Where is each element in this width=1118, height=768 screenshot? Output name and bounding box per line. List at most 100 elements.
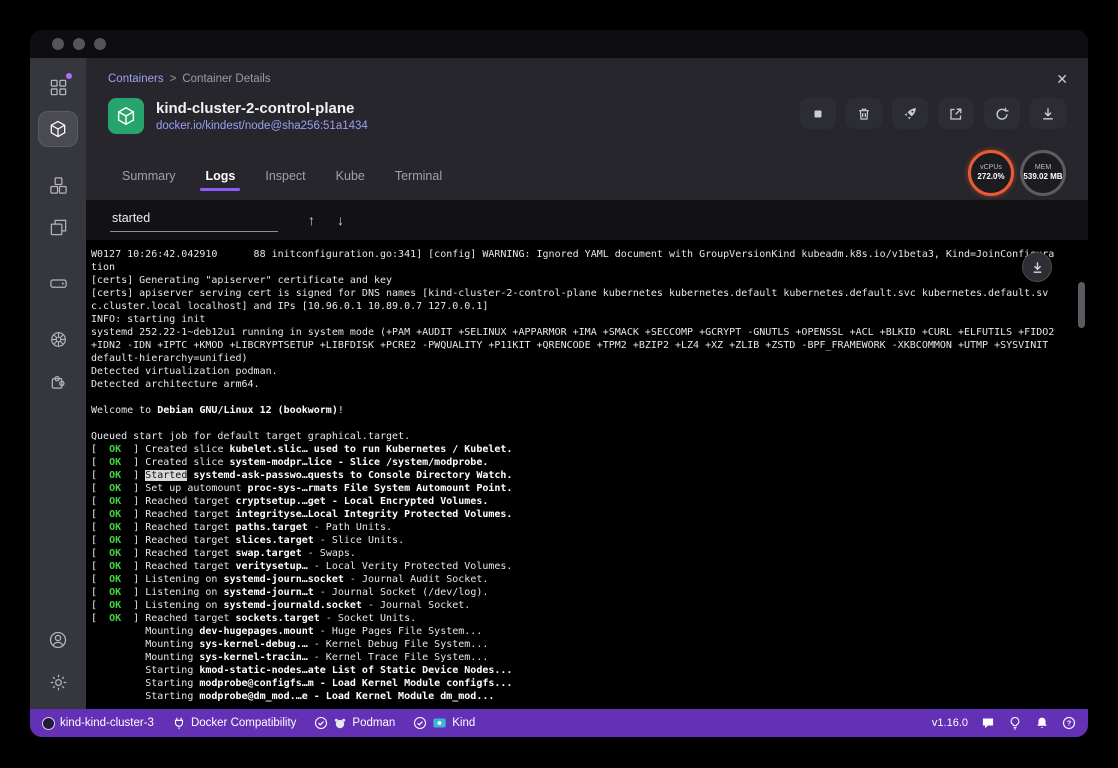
podman-provider-item[interactable]: Podman	[314, 716, 395, 730]
memory-usage-donut: MEM 539.02 MB	[1020, 150, 1066, 196]
check-circle-icon	[314, 716, 328, 730]
tab-summary[interactable]: Summary	[122, 169, 175, 188]
kind-logo-icon	[432, 716, 447, 730]
statusbar-right: v1.16.0 ?	[932, 716, 1076, 730]
podman-logo-icon	[333, 716, 347, 730]
podman-provider-label: Podman	[352, 717, 395, 729]
trash-icon	[856, 106, 872, 122]
log-output[interactable]: W0127 10:26:42.042910 88 initconfigurati…	[86, 240, 1088, 709]
log-line: INFO: starting init	[91, 313, 1058, 326]
sidebar-item-images[interactable]	[39, 210, 77, 244]
log-line: [ OK ] Started systemd-ask-passwo…quests…	[91, 469, 1058, 482]
log-line: [ OK ] Listening on systemd-journald.soc…	[91, 599, 1058, 612]
status-bar: kind-kind-cluster-3 Docker Compatibility…	[30, 709, 1088, 737]
tab-logs[interactable]: Logs	[205, 169, 235, 188]
log-line: [ OK ] Listening on systemd-journ…t - Jo…	[91, 586, 1058, 599]
log-line: Detected architecture arm64.	[91, 378, 1058, 391]
close-traffic-light[interactable]	[52, 38, 64, 50]
breadcrumb-current: Container Details	[182, 73, 270, 85]
restart-icon	[994, 106, 1010, 122]
minimize-traffic-light[interactable]	[73, 38, 85, 50]
log-line: Mounting sys-kernel-debug.… - Kernel Deb…	[91, 638, 1058, 651]
tab-bar: Summary Logs Inspect Kube Terminal	[108, 169, 1068, 200]
chat-bubble-icon	[981, 716, 995, 730]
extensions-puzzle-icon	[49, 372, 68, 391]
scroll-to-bottom-button[interactable]	[1022, 252, 1052, 282]
stop-container-button[interactable]	[800, 98, 836, 129]
rocket-icon	[902, 106, 918, 122]
download-icon	[1040, 106, 1056, 122]
pods-icon	[49, 176, 68, 195]
kube-context-label: kind-kind-cluster-3	[60, 717, 154, 729]
accounts-icon	[48, 630, 68, 650]
sidebar-item-volumes[interactable]	[39, 266, 77, 300]
log-line: Starting modprobe@configfs…m - Load Kern…	[91, 677, 1058, 690]
notifications-button[interactable]	[1035, 716, 1049, 730]
check-circle-icon	[413, 716, 427, 730]
sidebar-item-accounts[interactable]	[39, 623, 77, 657]
tab-inspect[interactable]: Inspect	[265, 169, 305, 188]
tab-terminal[interactable]: Terminal	[395, 169, 442, 188]
docker-compatibility-item[interactable]: Docker Compatibility	[172, 716, 296, 730]
sidebar-item-extensions[interactable]	[39, 364, 77, 398]
maximize-traffic-light[interactable]	[94, 38, 106, 50]
sidebar-item-kubernetes[interactable]	[39, 322, 77, 356]
log-line: Welcome to Debian GNU/Linux 12 (bookworm…	[91, 404, 1058, 417]
log-scrollbar[interactable]	[1078, 282, 1085, 328]
container-cube-icon	[115, 105, 137, 127]
kind-provider-label: Kind	[452, 717, 475, 729]
log-line: [ OK ] Reached target slices.target - Sl…	[91, 534, 1058, 547]
tips-button[interactable]	[1008, 716, 1022, 730]
sidebar-item-pods[interactable]	[39, 168, 77, 202]
notification-dot	[66, 73, 72, 79]
log-line: [ OK ] Reached target swap.target - Swap…	[91, 547, 1058, 560]
log-search-bar: ↑ ↓	[86, 200, 1088, 240]
log-search-input[interactable]	[110, 209, 278, 232]
kind-provider-item[interactable]: Kind	[413, 716, 475, 730]
docker-compatibility-plug-icon	[172, 716, 186, 730]
feedback-button[interactable]	[981, 716, 995, 730]
deploy-to-kubernetes-button[interactable]	[892, 98, 928, 129]
volumes-icon	[49, 274, 68, 293]
log-line	[91, 391, 1058, 404]
kubernetes-icon	[49, 330, 68, 349]
close-details-button[interactable]: ✕	[1056, 72, 1068, 86]
sidebar-item-dashboard[interactable]	[39, 70, 77, 104]
restart-container-button[interactable]	[984, 98, 1020, 129]
breadcrumb-separator: >	[170, 73, 177, 85]
memory-usage-label: MEM	[1035, 164, 1051, 173]
lightbulb-icon	[1008, 716, 1022, 730]
sidebar-item-containers[interactable]	[39, 112, 77, 146]
docker-compatibility-label: Docker Compatibility	[191, 717, 296, 729]
log-line: Starting modprobe@dm_mod.…e - Load Kerne…	[91, 690, 1058, 703]
log-line: [ OK ] Set up automount proc-sys-…rmats …	[91, 482, 1058, 495]
log-line: Queued start job for default target grap…	[91, 430, 1058, 443]
sidebar-item-settings[interactable]	[39, 665, 77, 699]
titlebar[interactable]	[30, 30, 1088, 58]
scroll-down-icon	[1030, 260, 1045, 275]
export-container-button[interactable]	[1030, 98, 1066, 129]
app-version: v1.16.0	[932, 717, 968, 729]
memory-usage-value: 539.02 MB	[1023, 172, 1062, 182]
container-status-icon	[108, 98, 144, 134]
container-details-header: Containers > Container Details ✕ kind-cl…	[86, 58, 1088, 200]
search-next-button[interactable]: ↓	[337, 212, 344, 228]
cpu-usage-label: vCPUs	[980, 164, 1002, 173]
log-line: [ OK ] Reached target integrityse…Local …	[91, 508, 1058, 521]
help-button[interactable]: ?	[1062, 716, 1076, 730]
kube-context-item[interactable]: kind-kind-cluster-3	[42, 717, 154, 730]
tab-kube[interactable]: Kube	[336, 169, 365, 188]
log-line: systemd 252.22-1~deb12u1 running in syst…	[91, 326, 1058, 365]
container-image-link[interactable]: docker.io/kindest/node@sha256:51a1434	[156, 120, 368, 132]
log-line: Mounting dev-hugepages.mount - Huge Page…	[91, 625, 1058, 638]
log-line: W0127 10:26:42.042910 88 initconfigurati…	[91, 248, 1058, 274]
search-previous-button[interactable]: ↑	[308, 212, 315, 228]
cluster-context-icon	[42, 717, 55, 730]
delete-container-button[interactable]	[846, 98, 882, 129]
log-line: [ OK ] Reached target veritysetup… - Loc…	[91, 560, 1058, 573]
log-line: Detected virtualization podman.	[91, 365, 1058, 378]
open-externally-button[interactable]	[938, 98, 974, 129]
images-icon	[49, 218, 68, 237]
breadcrumb-containers-link[interactable]: Containers	[108, 73, 164, 85]
log-line: [ OK ] Reached target paths.target - Pat…	[91, 521, 1058, 534]
